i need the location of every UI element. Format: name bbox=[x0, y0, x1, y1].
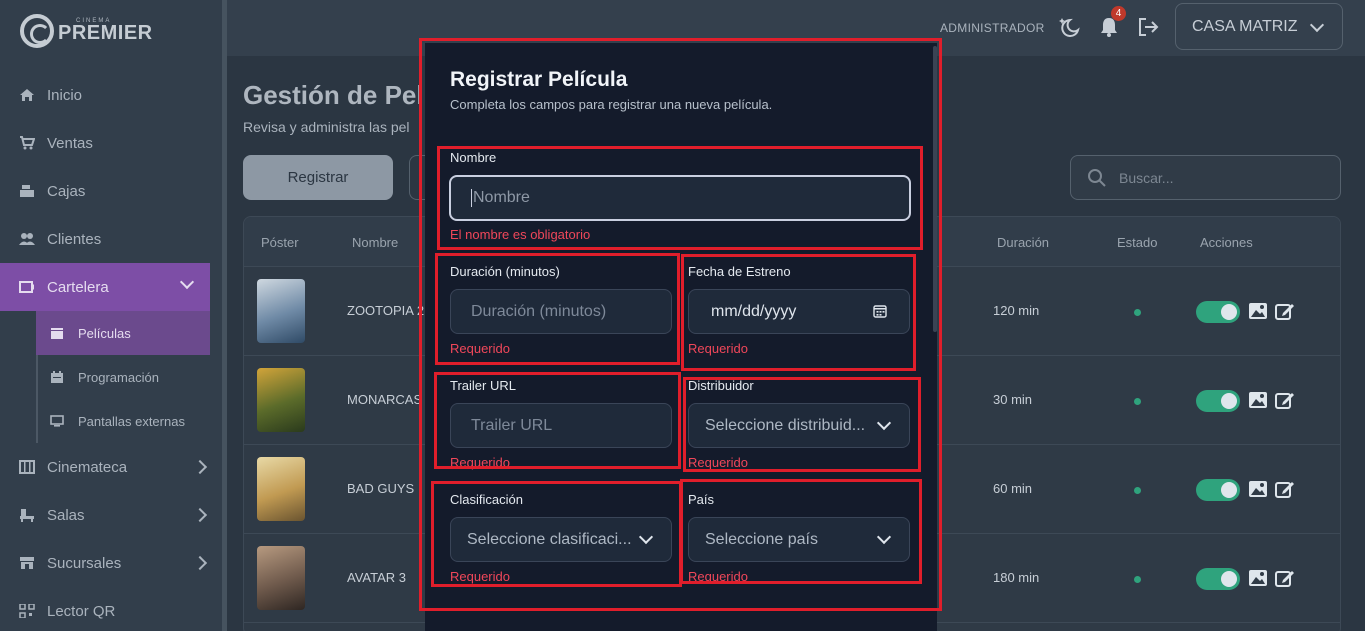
sidebar-subitem-pantallas-externas[interactable]: Pantallas externas bbox=[36, 399, 210, 443]
edit-icon[interactable] bbox=[1275, 480, 1295, 498]
sidebar-item-sucursales[interactable]: Sucursales bbox=[0, 539, 223, 587]
movie-name: AVATAR 3 bbox=[347, 570, 406, 585]
chevron-down-icon bbox=[1309, 17, 1325, 33]
status-dot bbox=[1134, 309, 1141, 316]
sidebar-item-cartelera[interactable]: Cartelera bbox=[0, 263, 210, 311]
sidebar-item-inicio[interactable]: Inicio bbox=[0, 71, 223, 119]
sidebar-subitem-peliculas[interactable]: Películas bbox=[36, 311, 210, 355]
sidebar-subitem-label: Películas bbox=[78, 325, 131, 341]
notification-badge: 4 bbox=[1111, 6, 1126, 21]
movie-duration: 30 min bbox=[993, 392, 1033, 407]
edit-icon[interactable] bbox=[1275, 391, 1295, 409]
branch-name: CASA MATRIZ bbox=[1192, 17, 1298, 35]
highlight-box-clasificacion bbox=[431, 481, 682, 587]
page-title: Gestión de Pel bbox=[243, 80, 424, 110]
ticket-icon bbox=[19, 279, 35, 295]
sidebar-item-label: Salas bbox=[47, 506, 85, 524]
status-toggle[interactable] bbox=[1196, 390, 1240, 412]
highlight-box-distribuidor bbox=[683, 377, 921, 472]
store-icon bbox=[19, 555, 35, 571]
status-dot bbox=[1134, 398, 1141, 405]
dark-mode-icon[interactable] bbox=[1056, 16, 1080, 38]
monitor-icon bbox=[50, 414, 64, 428]
sidebar-item-clientes[interactable]: Clientes bbox=[0, 215, 223, 263]
image-icon[interactable] bbox=[1248, 391, 1268, 409]
cart-icon bbox=[19, 135, 35, 151]
sidebar-subitem-label: Programación bbox=[78, 369, 159, 385]
sidebar-item-label: Clientes bbox=[47, 230, 102, 248]
column-header-poster[interactable]: Póster bbox=[261, 235, 299, 250]
seats-icon bbox=[19, 507, 35, 523]
highlight-box-pais bbox=[680, 479, 922, 584]
register-button[interactable]: Registrar bbox=[243, 155, 393, 200]
page-subtitle: Revisa y administra las pel bbox=[243, 119, 410, 135]
sidebar-item-label: Sucursales bbox=[47, 554, 122, 572]
calendar-icon bbox=[50, 370, 64, 384]
users-icon bbox=[19, 231, 35, 247]
sidebar-item-label: Lector QR bbox=[47, 602, 116, 620]
movie-duration: 120 min bbox=[993, 303, 1040, 318]
user-role: ADMINISTRADOR bbox=[940, 21, 1045, 35]
search-icon bbox=[1087, 168, 1107, 191]
sidebar-item-label: Inicio bbox=[47, 86, 83, 104]
chevron-down-icon bbox=[179, 274, 195, 290]
column-header-status[interactable]: Estado bbox=[1117, 235, 1157, 250]
logout-icon[interactable] bbox=[1137, 16, 1159, 38]
movie-duration: 180 min bbox=[993, 570, 1040, 585]
column-header-actions: Acciones bbox=[1200, 235, 1253, 250]
qr-icon bbox=[19, 603, 35, 619]
sidebar-item-salas[interactable]: Salas bbox=[0, 491, 223, 539]
status-toggle[interactable] bbox=[1196, 479, 1240, 501]
movie-name: ZOOTOPIA 2 bbox=[347, 303, 425, 318]
brand-logo[interactable]: CINEMA PREMIER bbox=[20, 14, 153, 48]
cash-register-icon bbox=[19, 183, 35, 199]
sidebar-item-cinemateca[interactable]: Cinemateca bbox=[0, 443, 223, 491]
movie-name: BAD GUYS bbox=[347, 481, 415, 496]
column-header-name[interactable]: Nombre bbox=[352, 235, 398, 250]
image-icon[interactable] bbox=[1248, 480, 1268, 498]
clapperboard-icon bbox=[50, 326, 64, 340]
logo-icon bbox=[20, 14, 54, 48]
highlight-box-trailer bbox=[434, 372, 681, 469]
search-input[interactable]: Buscar... bbox=[1070, 155, 1341, 200]
movie-duration: 60 min bbox=[993, 481, 1033, 496]
poster-image bbox=[257, 368, 305, 432]
film-icon bbox=[19, 459, 35, 475]
highlight-box-fecha bbox=[681, 254, 916, 371]
sidebar-subitem-label: Pantallas externas bbox=[78, 413, 185, 429]
column-header-duration[interactable]: Duración bbox=[997, 235, 1049, 250]
sidebar-item-lector-qr[interactable]: Lector QR bbox=[0, 587, 223, 631]
status-toggle[interactable] bbox=[1196, 568, 1240, 590]
edit-icon[interactable] bbox=[1275, 302, 1295, 320]
sidebar-item-label: Cartelera bbox=[47, 278, 109, 296]
search-placeholder: Buscar... bbox=[1119, 169, 1174, 186]
highlight-box-nombre bbox=[437, 146, 923, 250]
edit-icon[interactable] bbox=[1275, 569, 1295, 587]
status-dot bbox=[1134, 576, 1141, 583]
brand-name: PREMIER bbox=[58, 21, 153, 44]
movie-name: MONARCAS bbox=[347, 392, 423, 407]
sidebar-item-label: Ventas bbox=[47, 134, 93, 152]
chevron-right-icon bbox=[192, 507, 208, 523]
sidebar-item-cajas[interactable]: Cajas bbox=[0, 167, 223, 215]
image-icon[interactable] bbox=[1248, 569, 1268, 587]
image-icon[interactable] bbox=[1248, 302, 1268, 320]
branch-selector[interactable]: CASA MATRIZ bbox=[1175, 3, 1343, 50]
chevron-right-icon bbox=[192, 555, 208, 571]
sidebar-item-ventas[interactable]: Ventas bbox=[0, 119, 223, 167]
sidebar-item-label: Cinemateca bbox=[47, 458, 128, 476]
highlight-box-duracion bbox=[435, 253, 680, 365]
status-toggle[interactable] bbox=[1196, 301, 1240, 323]
home-icon bbox=[19, 87, 35, 103]
poster-image bbox=[257, 279, 305, 343]
poster-image bbox=[257, 457, 305, 521]
sidebar-subitem-programacion[interactable]: Programación bbox=[36, 355, 210, 399]
sidebar-item-label: Cajas bbox=[47, 182, 86, 200]
chevron-right-icon bbox=[192, 459, 208, 475]
status-dot bbox=[1134, 487, 1141, 494]
poster-image bbox=[257, 546, 305, 610]
